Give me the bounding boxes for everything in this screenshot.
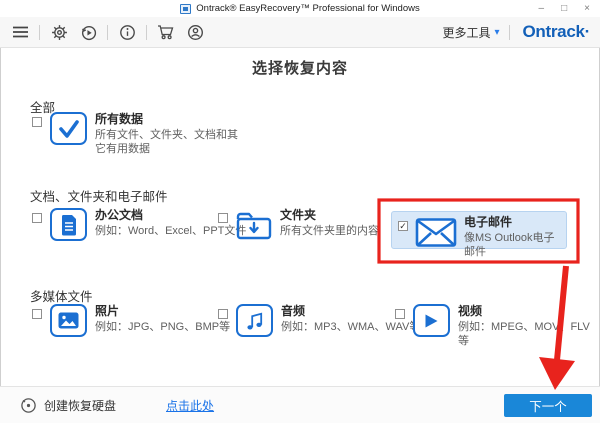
tile-desc: 例如：JPG、PNG、BMP等 [95,320,230,334]
envelope-icon [415,217,457,248]
section-heading-media: 多媒体文件 [30,286,93,305]
tile-photos[interactable]: 照片 例如：JPG、PNG、BMP等 [32,304,230,337]
checkbox-video[interactable] [395,309,405,319]
window-title: Ontrack® EasyRecovery™ Professional for … [196,3,419,14]
checkbox-all-data[interactable] [32,117,42,127]
ontrack-logo: Ontrack· [520,22,590,42]
title-bar: Ontrack® EasyRecovery™ Professional for … [0,0,600,17]
tile-title: 所有数据 [95,112,247,127]
tile-email-selected[interactable]: ✓ 电子邮件 像MS Outlook电子邮件 [391,211,567,249]
close-button[interactable]: × [584,4,590,14]
next-button[interactable]: 下一个 [504,394,592,417]
toolbar-left [10,22,205,42]
minimize-button[interactable]: – [539,4,545,14]
tile-video[interactable]: 视频 例如：MPEG、MOV、FLV等 [395,304,600,349]
checkbox-office-docs[interactable] [32,213,42,223]
tile-desc: 例如：MPEG、MOV、FLV等 [458,320,600,349]
check-icon [50,112,87,145]
toolbar-divider [39,25,40,40]
toolbar: 更多工具 ▾ Ontrack· [0,17,600,48]
document-icon [50,208,87,241]
cart-icon[interactable] [156,22,176,42]
tile-folders[interactable]: 文件夹 所有文件夹里的内容 [218,208,379,241]
footer-bar: 创建恢复硬盘 点击此处 下一个 [0,386,600,423]
video-play-icon [413,304,450,337]
checkbox-audio[interactable] [218,309,228,319]
history-icon[interactable] [78,22,98,42]
more-tools-label: 更多工具 [442,24,490,41]
tile-office-docs[interactable]: 办公文档 例如：Word、Excel、PPT文件 [32,208,246,241]
tile-all-data[interactable]: 所有数据 所有文件、文件夹、文档和其它有用数据 [32,112,247,157]
checkbox-photos[interactable] [32,309,42,319]
page-title: 选择恢复内容 [0,57,600,78]
tile-title: 视频 [458,304,600,319]
tile-desc: 像MS Outlook电子邮件 [464,231,562,260]
menu-icon[interactable] [10,22,30,42]
photo-icon [50,304,87,337]
chevron-down-icon: ▾ [494,27,499,38]
section-heading-docs: 文档、文件夹和电子邮件 [30,186,168,205]
window-controls: – □ × [539,0,590,17]
tile-desc: 所有文件、文件夹、文档和其它有用数据 [95,128,247,157]
tile-desc: 所有文件夹里的内容 [280,224,379,238]
more-tools-dropdown[interactable]: 更多工具 ▾ [442,24,499,41]
music-note-icon [236,304,273,337]
folder-download-icon [236,210,272,241]
toolbar-right: 更多工具 ▾ Ontrack· [442,22,590,42]
account-icon[interactable] [185,22,205,42]
tile-title: 文件夹 [280,208,379,223]
maximize-button[interactable]: □ [561,4,567,14]
create-recovery-disk-label: 创建恢复硬盘 [44,397,116,414]
app-window: Ontrack® EasyRecovery™ Professional for … [0,0,600,423]
settings-gear-icon[interactable] [49,22,69,42]
window-title-group: Ontrack® EasyRecovery™ Professional for … [180,3,419,14]
info-icon[interactable] [117,22,137,42]
click-here-link[interactable]: 点击此处 [166,397,214,414]
recovery-disk-icon [20,397,37,414]
toolbar-divider [107,25,108,40]
app-icon [180,4,191,14]
checkbox-email[interactable]: ✓ [398,221,408,231]
checkbox-folders[interactable] [218,213,228,223]
tile-title: 照片 [95,304,230,319]
tile-title: 电子邮件 [464,215,562,230]
toolbar-divider [146,25,147,40]
tile-audio[interactable]: 音频 例如：MP3、WMA、WAV等 [218,304,420,337]
toolbar-divider [509,25,510,40]
